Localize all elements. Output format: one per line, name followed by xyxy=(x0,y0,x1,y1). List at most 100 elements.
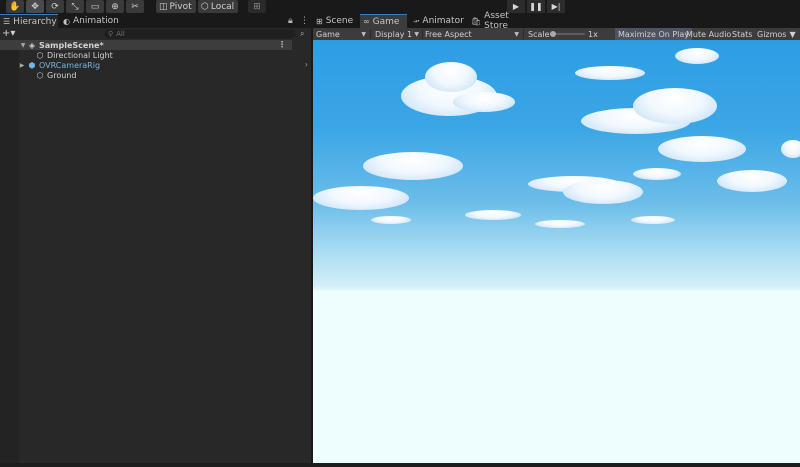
game-mode-label: Game xyxy=(316,29,340,39)
tree-row-directional-light[interactable]: ⬡ Directional Light xyxy=(19,50,311,60)
pause-icon: ❚❚ xyxy=(529,2,543,11)
game-mode-dropdown[interactable]: Game ▼ xyxy=(313,28,369,40)
kebab-menu-icon[interactable]: ⋮ xyxy=(300,16,309,26)
rect-icon: ▭ xyxy=(90,1,100,12)
custom-tool-icon: ✂ xyxy=(131,1,139,12)
hierarchy-gutter xyxy=(0,40,19,463)
tab-label: Hierarchy xyxy=(13,16,57,27)
chevron-down-icon: ▼ xyxy=(361,30,366,38)
tab-label: Game xyxy=(372,16,400,27)
gamepad-icon: ∞ xyxy=(363,17,370,26)
game-tab-bar: ⊞ Scene ∞ Game ⤞ Animator 🛍︎ Asset Store xyxy=(313,11,800,31)
hierarchy-panel: ☰ Hierarchy ◐ Animation 🔒︎ ⋮ +▾ ⚲ ⌕ ▼ ◈ … xyxy=(0,14,311,463)
custom-tool-button[interactable]: ✂ xyxy=(126,0,144,13)
local-icon: ⬡ xyxy=(201,1,209,12)
pivot-icon: ◫ xyxy=(159,1,168,12)
stats-button[interactable]: Stats xyxy=(729,28,755,40)
cloud xyxy=(465,210,521,220)
scale-slider-knob[interactable] xyxy=(550,31,556,37)
cloud xyxy=(575,66,645,80)
game-panel: ⊞ Scene ∞ Game ⤞ Animator 🛍︎ Asset Store… xyxy=(313,11,800,463)
chevron-down-icon: ▼ xyxy=(789,29,796,39)
display-label: Display 1 xyxy=(375,29,413,39)
move-icon: ✥ xyxy=(31,1,39,12)
scale-slider-track[interactable] xyxy=(553,33,585,35)
store-bag-icon: 🛍︎ xyxy=(471,16,482,26)
rect-tool-button[interactable]: ▭ xyxy=(86,0,104,13)
move-tool-button[interactable]: ✥ xyxy=(26,0,44,13)
chevron-down-icon[interactable]: ▼ xyxy=(19,42,27,49)
tab-scene[interactable]: ⊞ Scene xyxy=(313,14,359,28)
tab-animator[interactable]: ⤞ Animator xyxy=(410,14,464,28)
tab-label: Animation xyxy=(72,16,119,26)
hand-icon: ✋ xyxy=(9,1,21,12)
gizmos-dropdown[interactable]: Gizmos ▼ xyxy=(754,28,799,40)
grid-snap-button[interactable]: ⊞ xyxy=(248,0,266,13)
pivot-label: Pivot xyxy=(169,1,192,12)
tree-row-ground[interactable]: ⬡ Ground xyxy=(19,70,311,80)
tree-row-label: OVRCameraRig xyxy=(39,60,101,70)
local-toggle[interactable]: ⬡ Local xyxy=(198,0,238,13)
hierarchy-search: ⚲ xyxy=(104,29,296,39)
scene-grid-icon: ⊞ xyxy=(316,16,323,26)
tab-label: Animator xyxy=(422,16,464,26)
aspect-dropdown[interactable]: Free Aspect ▼ xyxy=(422,28,522,40)
scale-icon: ⤡ xyxy=(71,1,79,12)
search-input[interactable] xyxy=(116,30,267,38)
skybox xyxy=(313,40,800,290)
prefab-icon: ⬢ xyxy=(28,60,36,70)
status-bar xyxy=(0,463,800,467)
tab-animation[interactable]: ◐ Animation xyxy=(60,14,130,28)
local-label: Local xyxy=(210,1,235,12)
kebab-menu-icon[interactable]: ⋮ xyxy=(278,40,286,49)
display-dropdown[interactable]: Display 1 ▼ xyxy=(372,28,422,40)
tree-row-ovrcamerarig[interactable]: ▶ ⬢ OVRCameraRig › xyxy=(19,60,311,70)
game-view-toolbar: Game ▼ Display 1 ▼ Free Aspect ▼ Scale 1… xyxy=(313,28,800,40)
hierarchy-tree: ▼ ◈ SampleScene* ⋮ ⬡ Directional Light ▶… xyxy=(0,40,311,80)
aspect-label: Free Aspect xyxy=(425,29,472,39)
unity-scene-icon: ◈ xyxy=(28,40,36,50)
add-object-button[interactable]: +▾ xyxy=(2,28,15,40)
transform-icon: ⊕ xyxy=(111,1,119,12)
scene-search-icon[interactable]: ⌕ xyxy=(300,29,309,38)
chevron-right-icon[interactable]: › xyxy=(305,60,308,69)
lock-icon[interactable]: 🔒︎ xyxy=(288,16,293,26)
step-button[interactable]: ▶| xyxy=(547,0,565,13)
tab-label: Scene xyxy=(325,16,354,26)
maximize-on-play-button[interactable]: Maximize On Play xyxy=(615,28,693,40)
tab-hierarchy[interactable]: ☰ Hierarchy xyxy=(0,14,58,28)
pause-button[interactable]: ❚❚ xyxy=(527,0,545,13)
chevron-down-icon: ▼ xyxy=(514,30,519,38)
game-viewport[interactable] xyxy=(313,40,800,463)
gizmos-label: Gizmos xyxy=(757,29,787,39)
rotate-icon: ⟳ xyxy=(51,1,59,12)
mute-audio-button[interactable]: Mute Audio xyxy=(683,28,734,40)
tree-row-label: Ground xyxy=(47,70,77,80)
cloud xyxy=(631,216,675,224)
pivot-toggle[interactable]: ◫ Pivot xyxy=(156,0,196,13)
hand-tool-button[interactable]: ✋ xyxy=(6,0,24,13)
transform-tool-button[interactable]: ⊕ xyxy=(106,0,124,13)
step-icon: ▶| xyxy=(551,2,561,11)
cloud xyxy=(535,220,585,228)
cloud xyxy=(371,216,411,224)
main-toolbar: ✋ ✥ ⟳ ⤡ ▭ ⊕ ✂ ◫ Pivot ⬡ Local ⊞ ▶ ❚❚ ▶| xyxy=(0,0,800,14)
chevron-down-icon: ▼ xyxy=(414,30,419,38)
tree-row-scene[interactable]: ▼ ◈ SampleScene* ⋮ xyxy=(0,40,292,50)
cloud xyxy=(425,62,477,92)
tab-game[interactable]: ∞ Game xyxy=(360,14,407,28)
ground-plane xyxy=(313,290,800,463)
cloud xyxy=(363,152,463,180)
cloud xyxy=(313,186,409,210)
chevron-right-icon[interactable]: ▶ xyxy=(18,62,26,69)
scale-tool-button[interactable]: ⤡ xyxy=(66,0,84,13)
gameobject-icon: ⬡ xyxy=(36,70,44,80)
grid-icon: ⊞ xyxy=(253,1,261,12)
cloud xyxy=(675,48,719,64)
search-icon: ⚲ xyxy=(108,30,114,38)
hierarchy-tab-bar: ☰ Hierarchy ◐ Animation 🔒︎ ⋮ xyxy=(0,14,311,28)
tree-row-label: Directional Light xyxy=(47,50,113,60)
cloud xyxy=(633,168,681,180)
rotate-tool-button[interactable]: ⟳ xyxy=(46,0,64,13)
tab-asset-store[interactable]: 🛍︎ Asset Store xyxy=(468,11,528,31)
